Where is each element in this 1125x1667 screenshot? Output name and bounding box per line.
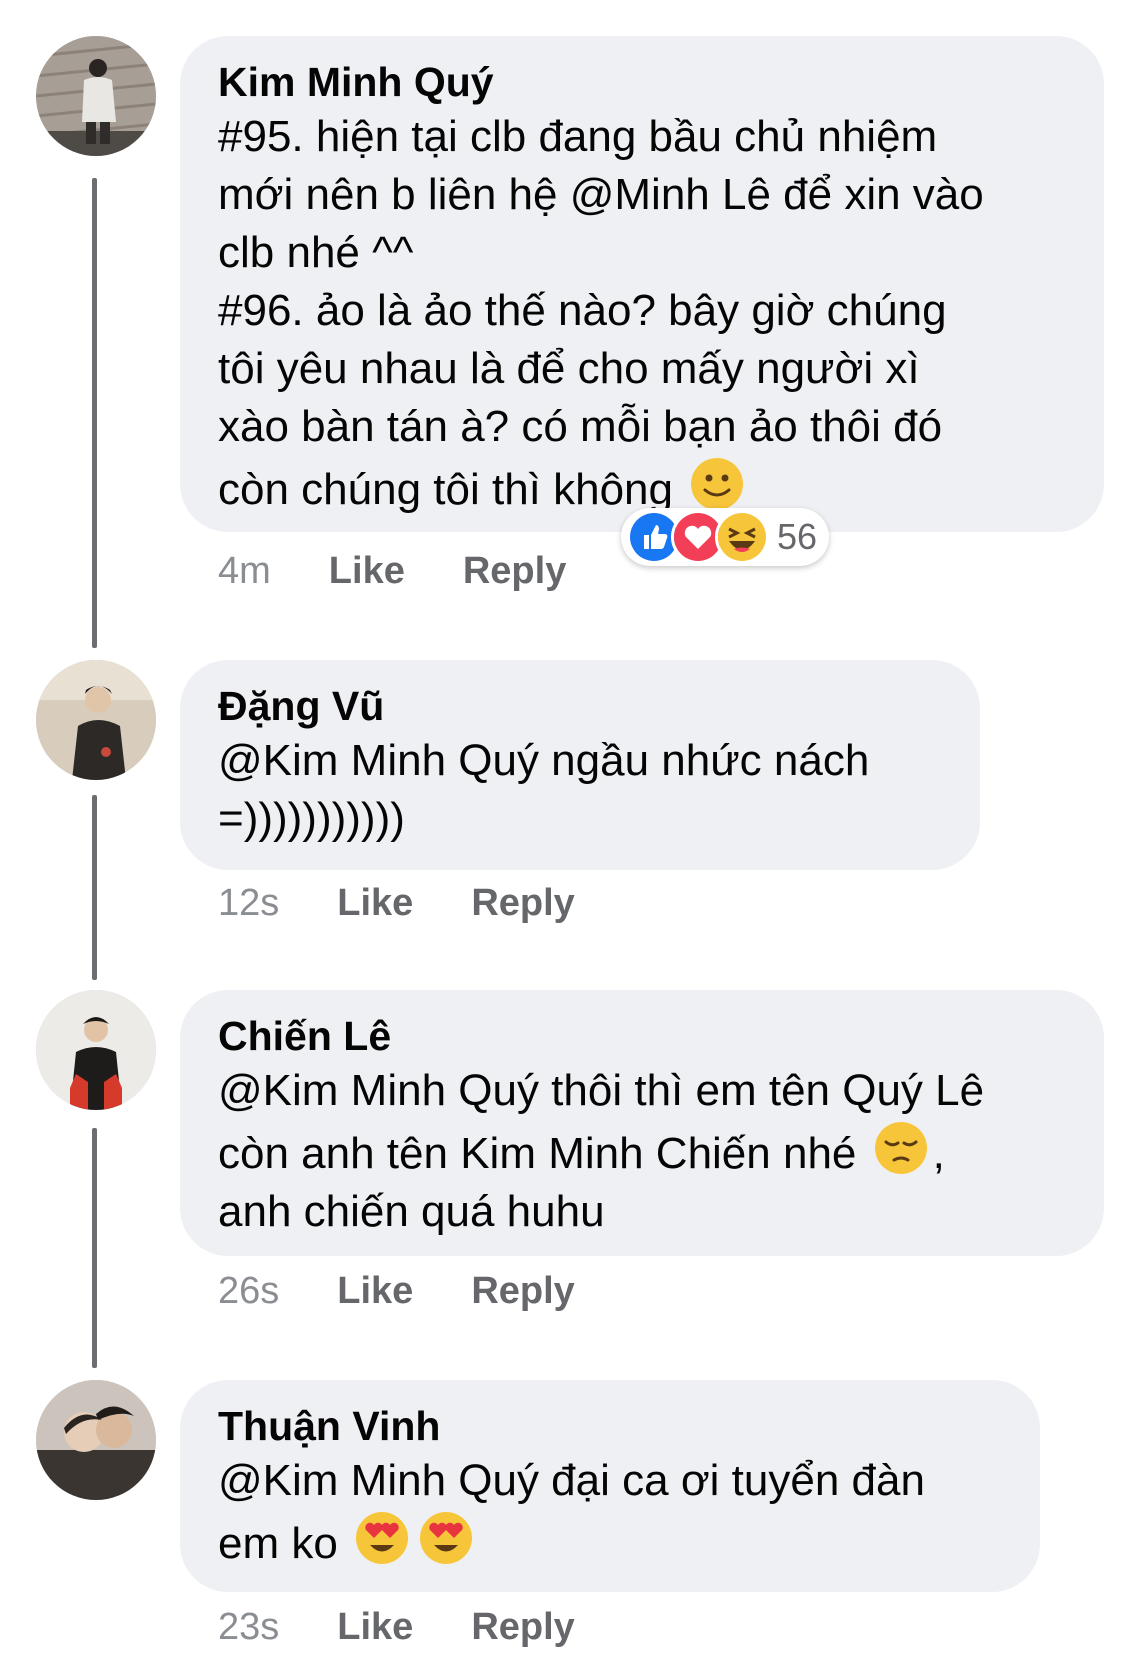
- comment-line: tôi yêu nhau là để cho mấy người xì: [218, 344, 920, 393]
- avatar[interactable]: [36, 660, 156, 780]
- avatar[interactable]: [36, 1380, 156, 1500]
- comment-punctuation: ,: [932, 1129, 945, 1178]
- reply-button[interactable]: Reply: [471, 1606, 574, 1649]
- comment-meta: 12s Like Reply: [218, 882, 575, 925]
- thread-line: [92, 178, 97, 648]
- comment-author[interactable]: Kim Minh Quý: [218, 56, 1066, 108]
- comment-author[interactable]: Thuận Vinh: [218, 1400, 1002, 1452]
- comment-line: =))))))))))): [218, 794, 405, 843]
- like-button[interactable]: Like: [337, 1270, 413, 1313]
- heart-eyes-face-icon: [354, 1510, 410, 1566]
- comment-text: @Kim Minh Quý thôi thì em tên Quý Lê còn…: [218, 1062, 1066, 1241]
- heart-eyes-face-icon: [418, 1510, 474, 1566]
- comment-author[interactable]: Chiến Lê: [218, 1010, 1066, 1062]
- comment-author[interactable]: Đặng Vũ: [218, 680, 942, 732]
- reaction-summary[interactable]: 56: [621, 508, 830, 566]
- comment-line: còn chúng tôi thì không: [218, 465, 673, 514]
- comment-time[interactable]: 26s: [218, 1270, 279, 1313]
- like-button[interactable]: Like: [337, 882, 413, 925]
- comment-line: xào bàn tán à? có mỗi bạn ảo thôi đó: [218, 402, 943, 451]
- reply-button[interactable]: Reply: [463, 550, 566, 593]
- avatar[interactable]: [36, 990, 156, 1110]
- thread-line: [92, 1128, 97, 1368]
- comment-time[interactable]: 4m: [218, 550, 271, 593]
- comment-text: #95. hiện tại clb đang bầu chủ nhiệm mới…: [218, 108, 1066, 519]
- comment-time[interactable]: 23s: [218, 1606, 279, 1649]
- slightly-smiling-face-icon: [689, 456, 745, 512]
- comment-line: còn anh tên Kim Minh Chiến nhé: [218, 1129, 857, 1178]
- avatar[interactable]: [36, 36, 156, 156]
- comment-time[interactable]: 12s: [218, 882, 279, 925]
- comment-line: mới nên b liên hệ @Minh Lê để xin vào: [218, 170, 984, 219]
- reply-button[interactable]: Reply: [471, 882, 574, 925]
- haha-reaction-icon: [715, 510, 769, 564]
- thread-line: [92, 795, 97, 980]
- comment-meta: 4m Like Reply: [218, 550, 566, 593]
- comment-line: @Kim Minh Quý đại ca ơi tuyển đàn: [218, 1456, 925, 1505]
- comment-line: em ko: [218, 1519, 338, 1568]
- comment-line: anh chiến quá huhu: [218, 1187, 605, 1236]
- comment-bubble: Kim Minh Quý #95. hiện tại clb đang bầu …: [180, 36, 1104, 532]
- pensive-face-icon: [873, 1120, 929, 1176]
- reaction-count: 56: [777, 516, 818, 557]
- comment-bubble: Chiến Lê @Kim Minh Quý thôi thì em tên Q…: [180, 990, 1104, 1256]
- comment-bubble: Đặng Vũ @Kim Minh Quý ngầu nhức nách =))…: [180, 660, 980, 870]
- reply-button[interactable]: Reply: [471, 1270, 574, 1313]
- comment-bubble: Thuận Vinh @Kim Minh Quý đại ca ơi tuyển…: [180, 1380, 1040, 1592]
- comment-meta: 23s Like Reply: [218, 1606, 575, 1649]
- comment-line: #95. hiện tại clb đang bầu chủ nhiệm: [218, 112, 938, 161]
- comment-text: @Kim Minh Quý đại ca ơi tuyển đàn em ko: [218, 1452, 1002, 1573]
- comment-line: @Kim Minh Quý ngầu nhức nách: [218, 736, 870, 785]
- like-button[interactable]: Like: [329, 550, 405, 593]
- comment-text: @Kim Minh Quý ngầu nhức nách =))))))))))…: [218, 732, 942, 848]
- comment-meta: 26s Like Reply: [218, 1270, 575, 1313]
- comment-line: #96. ảo là ảo thế nào? bây giờ chúng: [218, 286, 947, 335]
- like-button[interactable]: Like: [337, 1606, 413, 1649]
- comment-line: @Kim Minh Quý thôi thì em tên Quý Lê: [218, 1066, 985, 1115]
- comment-line: clb nhé ^^: [218, 228, 414, 277]
